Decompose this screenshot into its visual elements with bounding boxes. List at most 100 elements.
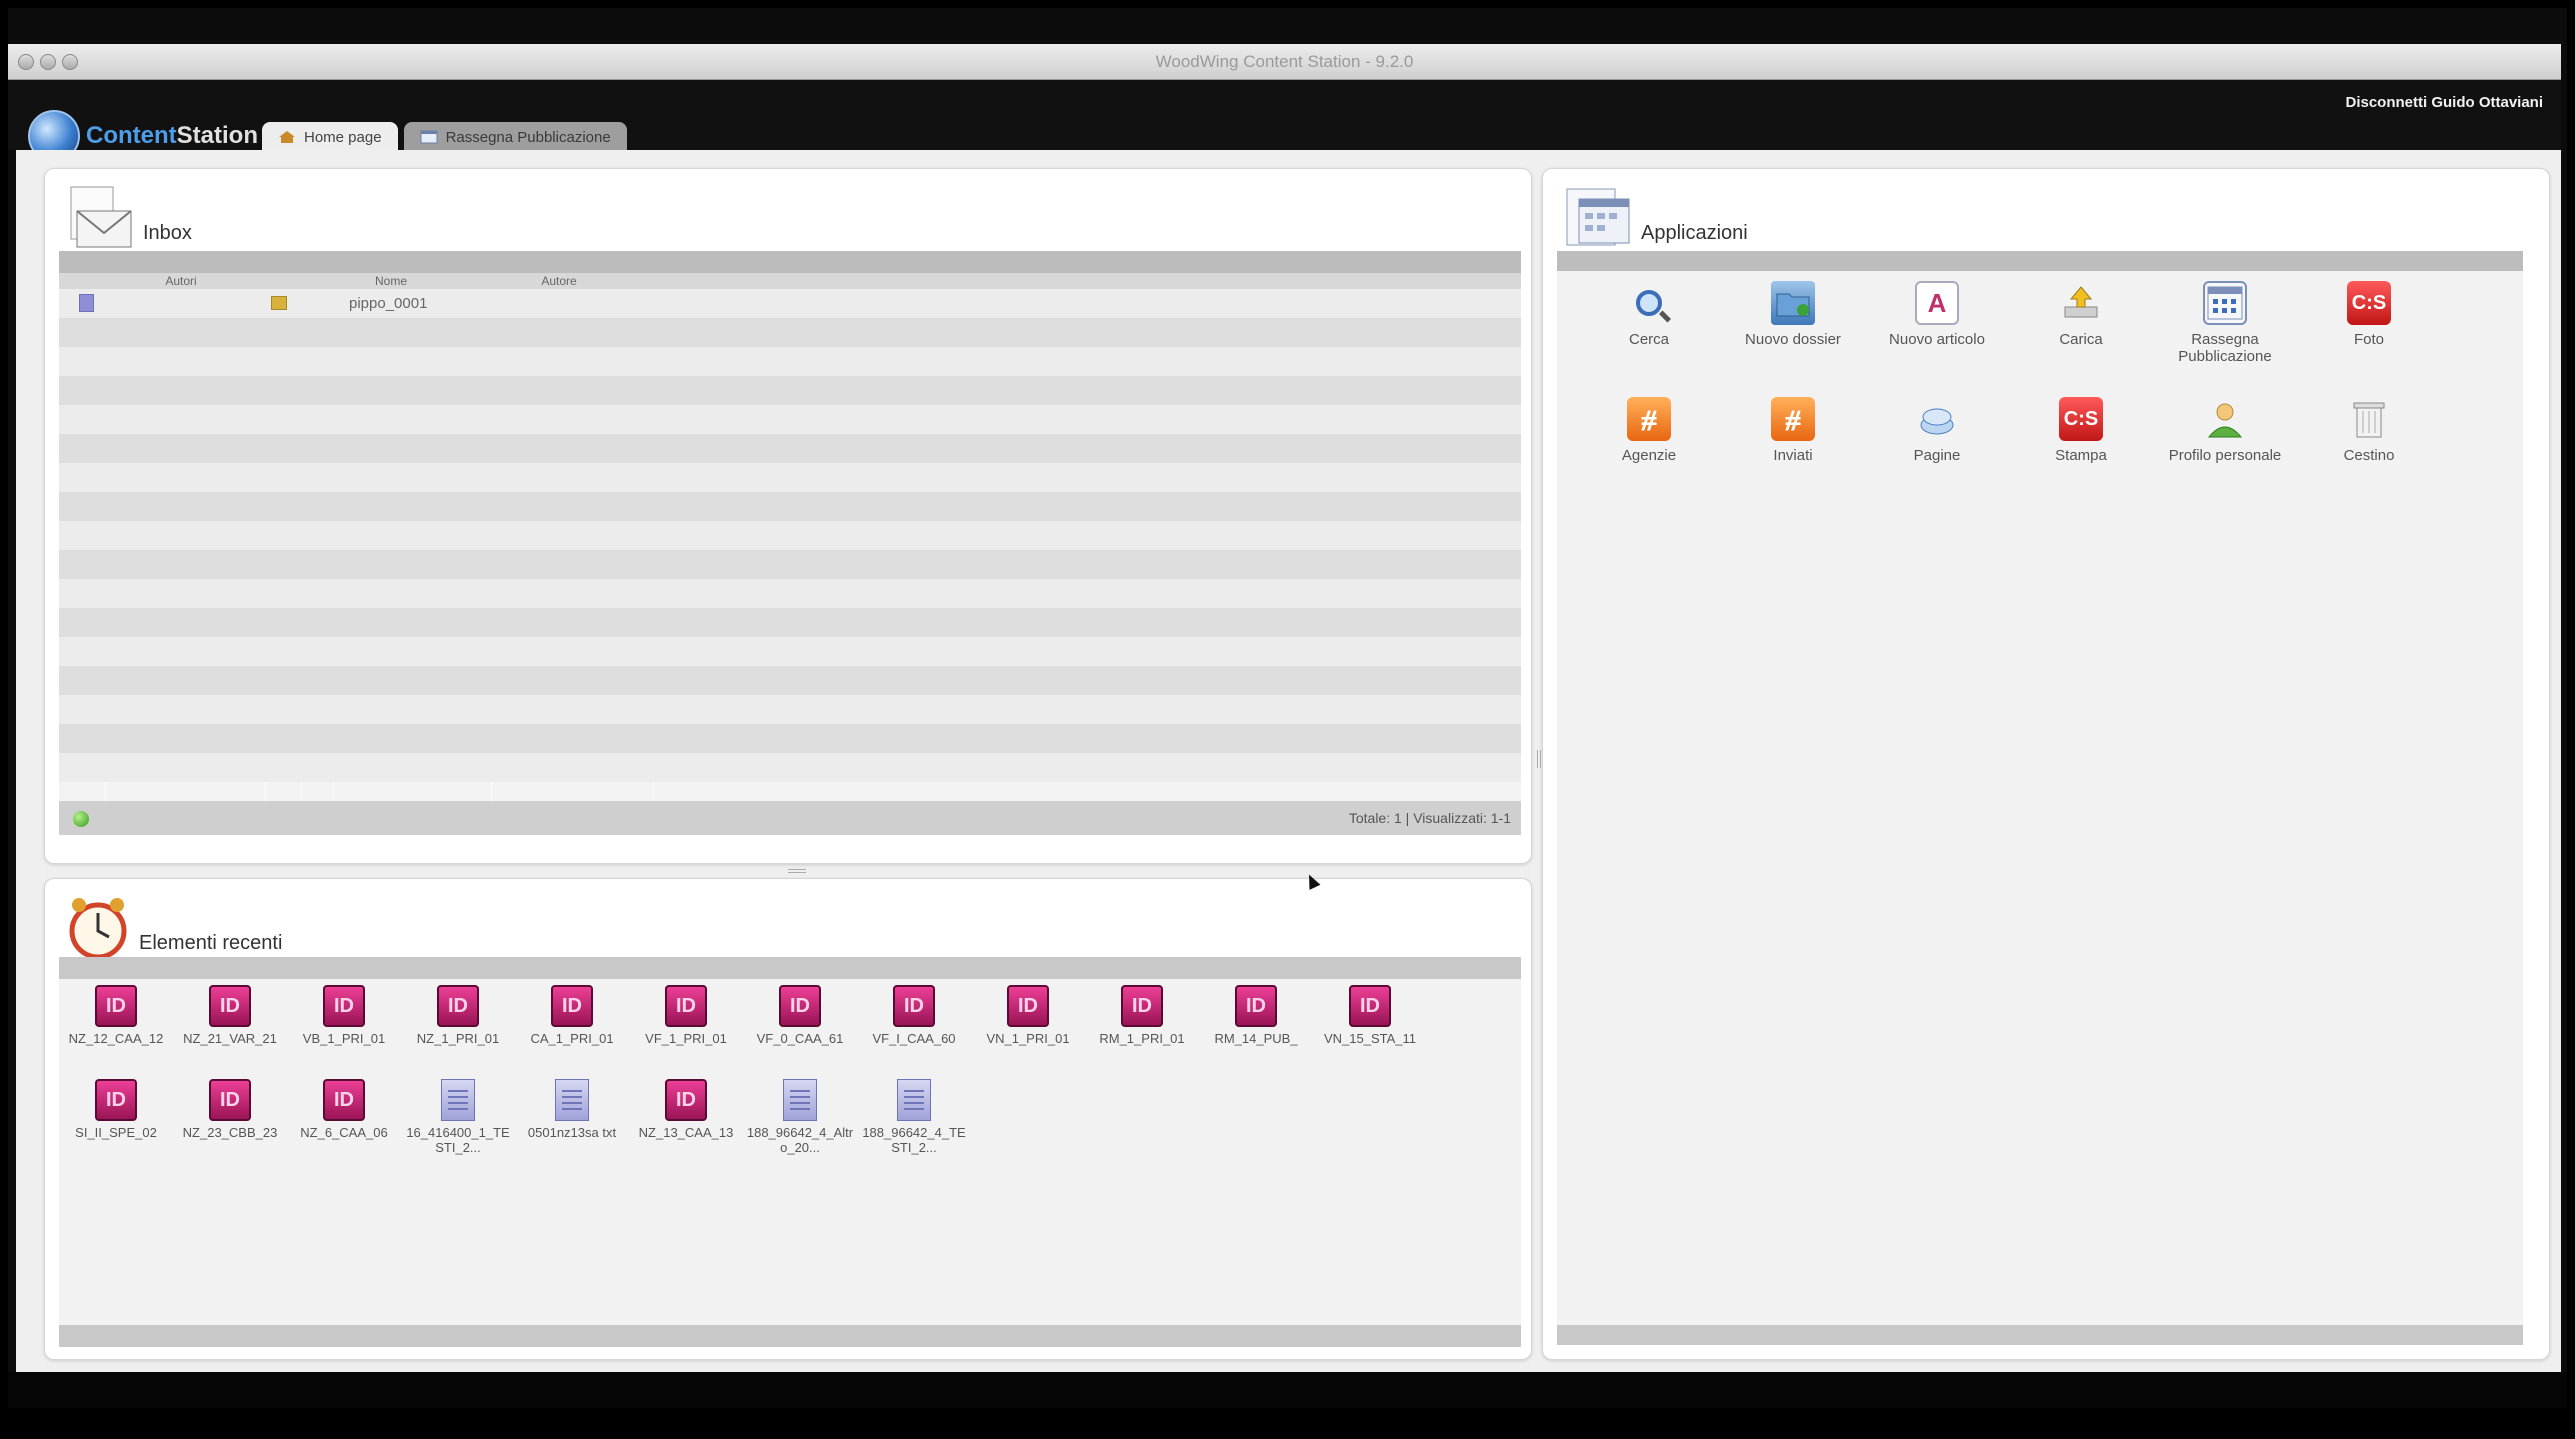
- recent-item[interactable]: ID VN_1_PRI_01: [971, 985, 1085, 1079]
- recent-item[interactable]: ID VF_I_CAA_60: [857, 985, 971, 1079]
- recent-item[interactable]: ID NZ_1_PRI_01: [401, 985, 515, 1079]
- recent-item[interactable]: ID VB_1_PRI_01: [287, 985, 401, 1079]
- indesign-file-icon: ID: [209, 985, 251, 1027]
- recent-item[interactable]: ID NZ_23_CBB_23: [173, 1079, 287, 1173]
- app-carica[interactable]: Carica: [2009, 281, 2153, 397]
- app-agenzie[interactable]: ⧣ Agenzie: [1577, 397, 1721, 513]
- indesign-file-icon: ID: [95, 985, 137, 1027]
- recent-item[interactable]: ID VF_1_PRI_01: [629, 985, 743, 1079]
- new-dossier-icon: [1771, 281, 1815, 325]
- trash-icon: [2347, 397, 2391, 441]
- recent-item[interactable]: 188_96642_4_TESTI_2...: [857, 1079, 971, 1173]
- logout-link[interactable]: Disconnetti Guido Ottaviani: [2345, 94, 2543, 111]
- indesign-file-icon: ID: [1349, 985, 1391, 1027]
- row-name-cell: pippo_0001: [349, 295, 428, 312]
- recent-item[interactable]: ID NZ_21_VAR_21: [173, 985, 287, 1079]
- app-pagine[interactable]: Pagine: [1865, 397, 2009, 513]
- recent-item[interactable]: ID NZ_12_CAA_12: [59, 985, 173, 1079]
- app-stampa[interactable]: C:S Stampa: [2009, 397, 2153, 513]
- workspace: Inbox Autori Nome Autore pippo_0001 Tota…: [16, 150, 2561, 1372]
- recent-item-label: NZ_6_CAA_06: [300, 1125, 388, 1140]
- app-profilo-personale[interactable]: Profilo personale: [2153, 397, 2297, 513]
- table-footer: Totale: 1 | Visualizzati: 1-1: [59, 801, 1521, 835]
- text-file-icon: [441, 1079, 475, 1121]
- recent-item-label: 16_416400_1_TESTI_2...: [406, 1125, 510, 1155]
- recent-items-title: Elementi recenti: [139, 932, 283, 954]
- vertical-splitter-handle[interactable]: [1537, 750, 1541, 768]
- recent-items-list: ID NZ_12_CAA_12 ID NZ_21_VAR_21 ID VB_1_PRI_0…: [59, 985, 1439, 1173]
- recent-item-label: 0501nz13sa txt: [527, 1125, 617, 1140]
- new-article-icon: A: [1915, 281, 1959, 325]
- indesign-file-icon: ID: [1235, 985, 1277, 1027]
- recent-item-label: 188_96642_4_Altro_20...: [746, 1125, 854, 1155]
- app-cerca[interactable]: Cerca: [1577, 281, 1721, 397]
- recent-item[interactable]: ID VN_15_STA_11: [1313, 985, 1427, 1079]
- column-header-nome[interactable]: Nome: [341, 274, 441, 288]
- user-icon: [2203, 397, 2247, 441]
- table-header: Autori Nome Autore: [59, 273, 1521, 289]
- recent-item[interactable]: ID SI_II_SPE_02: [59, 1079, 173, 1173]
- recent-item-label: VN_1_PRI_01: [986, 1031, 1070, 1046]
- recent-item-label: VN_15_STA_11: [1323, 1031, 1417, 1046]
- search-icon: [1627, 281, 1671, 325]
- rss-icon: ⧣: [1771, 397, 1815, 441]
- recent-item[interactable]: 0501nz13sa txt: [515, 1079, 629, 1173]
- recent-item[interactable]: ID RM_14_PUB_: [1199, 985, 1313, 1079]
- indesign-file-icon: ID: [437, 985, 479, 1027]
- column-header-autore[interactable]: Autore: [499, 274, 619, 288]
- inbox-panel: Inbox Autori Nome Autore pippo_0001 Tota…: [44, 168, 1532, 864]
- recent-item-label: RM_1_PRI_01: [1099, 1031, 1185, 1046]
- app-nuovo-dossier[interactable]: Nuovo dossier: [1721, 281, 1865, 397]
- indesign-file-icon: ID: [665, 985, 707, 1027]
- app-rassegna-pubblicazione[interactable]: Rassegna Pubblicazione: [2153, 281, 2297, 397]
- cs-photo-icon: C:S: [2347, 281, 2391, 325]
- cs-print-icon: C:S: [2059, 397, 2103, 441]
- applications-panel: Applicazioni Cerca Nuovo dossier A Nuovo ar…: [1542, 168, 2550, 1360]
- text-file-icon: [897, 1079, 931, 1121]
- recent-item[interactable]: ID VF_0_CAA_61: [743, 985, 857, 1079]
- applications-grid: Cerca Nuovo dossier A Nuovo articolo Carica R…: [1577, 281, 2457, 513]
- calendar-icon: [420, 130, 438, 144]
- rss-icon: ⧣: [1627, 397, 1671, 441]
- app-foto[interactable]: C:S Foto: [2297, 281, 2441, 397]
- app-label: Foto: [2353, 331, 2384, 348]
- upload-icon: [2059, 281, 2103, 325]
- applications-area: Cerca Nuovo dossier A Nuovo articolo Carica R…: [1557, 251, 2523, 1345]
- recent-item[interactable]: 16_416400_1_TESTI_2...: [401, 1079, 515, 1173]
- status-flag-icon: [271, 296, 287, 310]
- column-header-autori[interactable]: Autori: [121, 274, 241, 288]
- app-cestino[interactable]: Cestino: [2297, 397, 2441, 513]
- app-label: Nuovo dossier: [1745, 331, 1841, 348]
- title-bar: WoodWing Content Station - 9.2.0: [8, 44, 2561, 80]
- logo-text-station: Station: [176, 122, 258, 149]
- app-label: Inviati: [1773, 447, 1813, 464]
- recent-item-label: VB_1_PRI_01: [302, 1031, 386, 1046]
- horizontal-splitter-handle[interactable]: [788, 869, 806, 873]
- recent-item-label: NZ_1_PRI_01: [416, 1031, 500, 1046]
- indesign-file-icon: ID: [209, 1079, 251, 1121]
- recent-item[interactable]: ID RM_1_PRI_01: [1085, 985, 1199, 1079]
- indesign-file-icon: ID: [1007, 985, 1049, 1027]
- recent-item-label: NZ_21_VAR_21: [183, 1031, 277, 1046]
- app-label: Pagine: [1913, 447, 1961, 464]
- inbox-icon: [70, 186, 132, 248]
- table-row[interactable]: pippo_0001: [59, 289, 1521, 318]
- recent-item-label: VF_1_PRI_01: [645, 1031, 727, 1046]
- recent-item-label: VF_0_CAA_61: [756, 1031, 844, 1046]
- indesign-file-icon: ID: [1121, 985, 1163, 1027]
- recent-item-label: NZ_12_CAA_12: [68, 1031, 164, 1046]
- recent-item[interactable]: 188_96642_4_Altro_20...: [743, 1079, 857, 1173]
- recent-item[interactable]: ID NZ_13_CAA_13: [629, 1079, 743, 1173]
- indesign-file-icon: ID: [323, 1079, 365, 1121]
- app-inviati[interactable]: ⧣ Inviati: [1721, 397, 1865, 513]
- recent-item-label: VF_I_CAA_60: [872, 1031, 956, 1046]
- tab-rassegna-pubblicazione[interactable]: Rassegna Pubblicazione: [403, 122, 627, 152]
- recent-item[interactable]: ID NZ_6_CAA_06: [287, 1079, 401, 1173]
- recent-item-label: NZ_13_CAA_13: [638, 1125, 734, 1140]
- document-icon: [79, 294, 94, 312]
- recent-item-label: NZ_23_CBB_23: [182, 1125, 278, 1140]
- app-nuovo-articolo[interactable]: A Nuovo articolo: [1865, 281, 2009, 397]
- recent-item[interactable]: ID CA_1_PRI_01: [515, 985, 629, 1079]
- alarm-clock-icon: [69, 898, 127, 960]
- tab-home-page[interactable]: Home page: [262, 122, 398, 152]
